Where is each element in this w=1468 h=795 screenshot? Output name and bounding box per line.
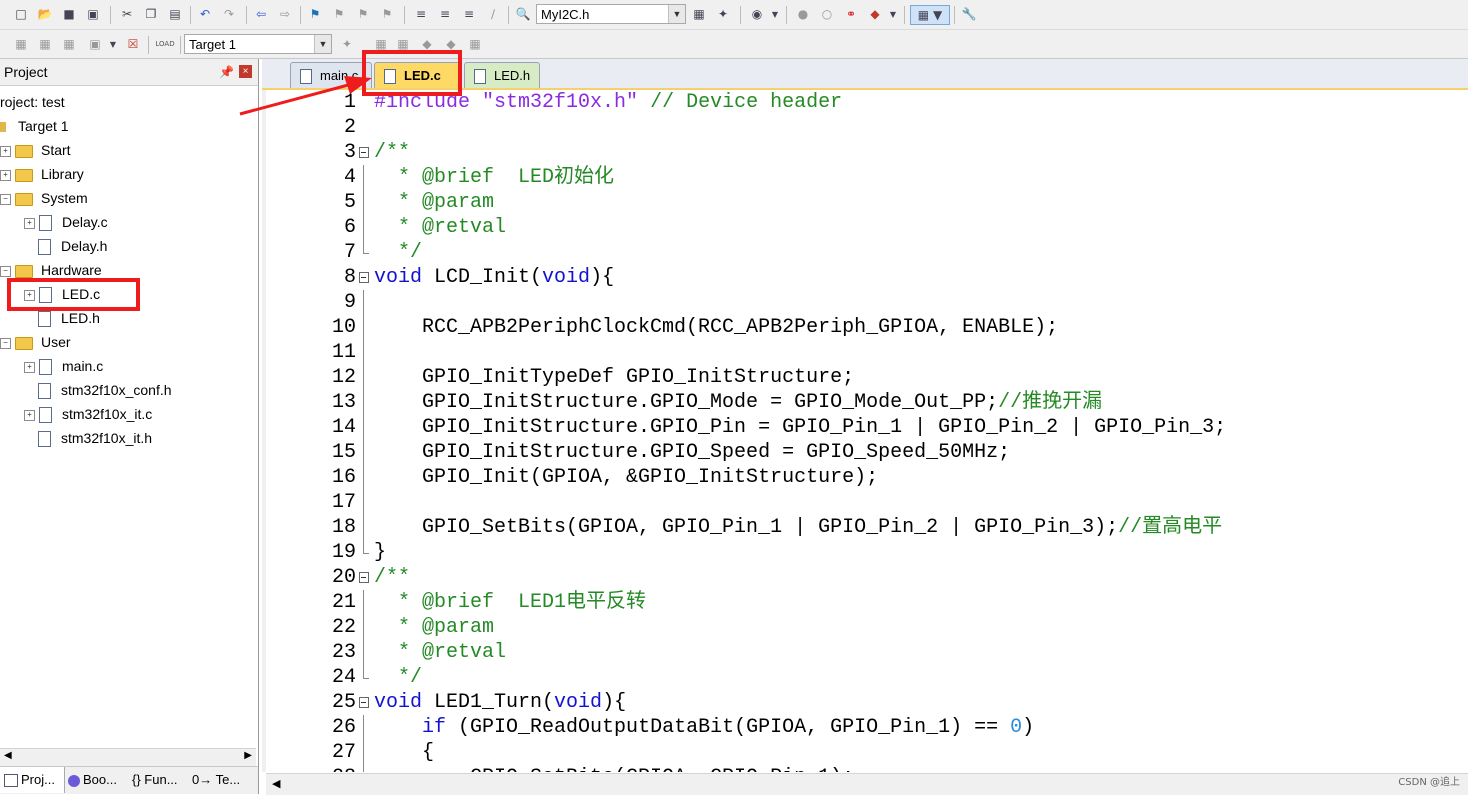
annotation-arrow (239, 76, 372, 116)
watermark: CSDN @追上 (1398, 777, 1460, 788)
arrow-head (344, 76, 372, 94)
arrow-shaft (239, 82, 353, 116)
